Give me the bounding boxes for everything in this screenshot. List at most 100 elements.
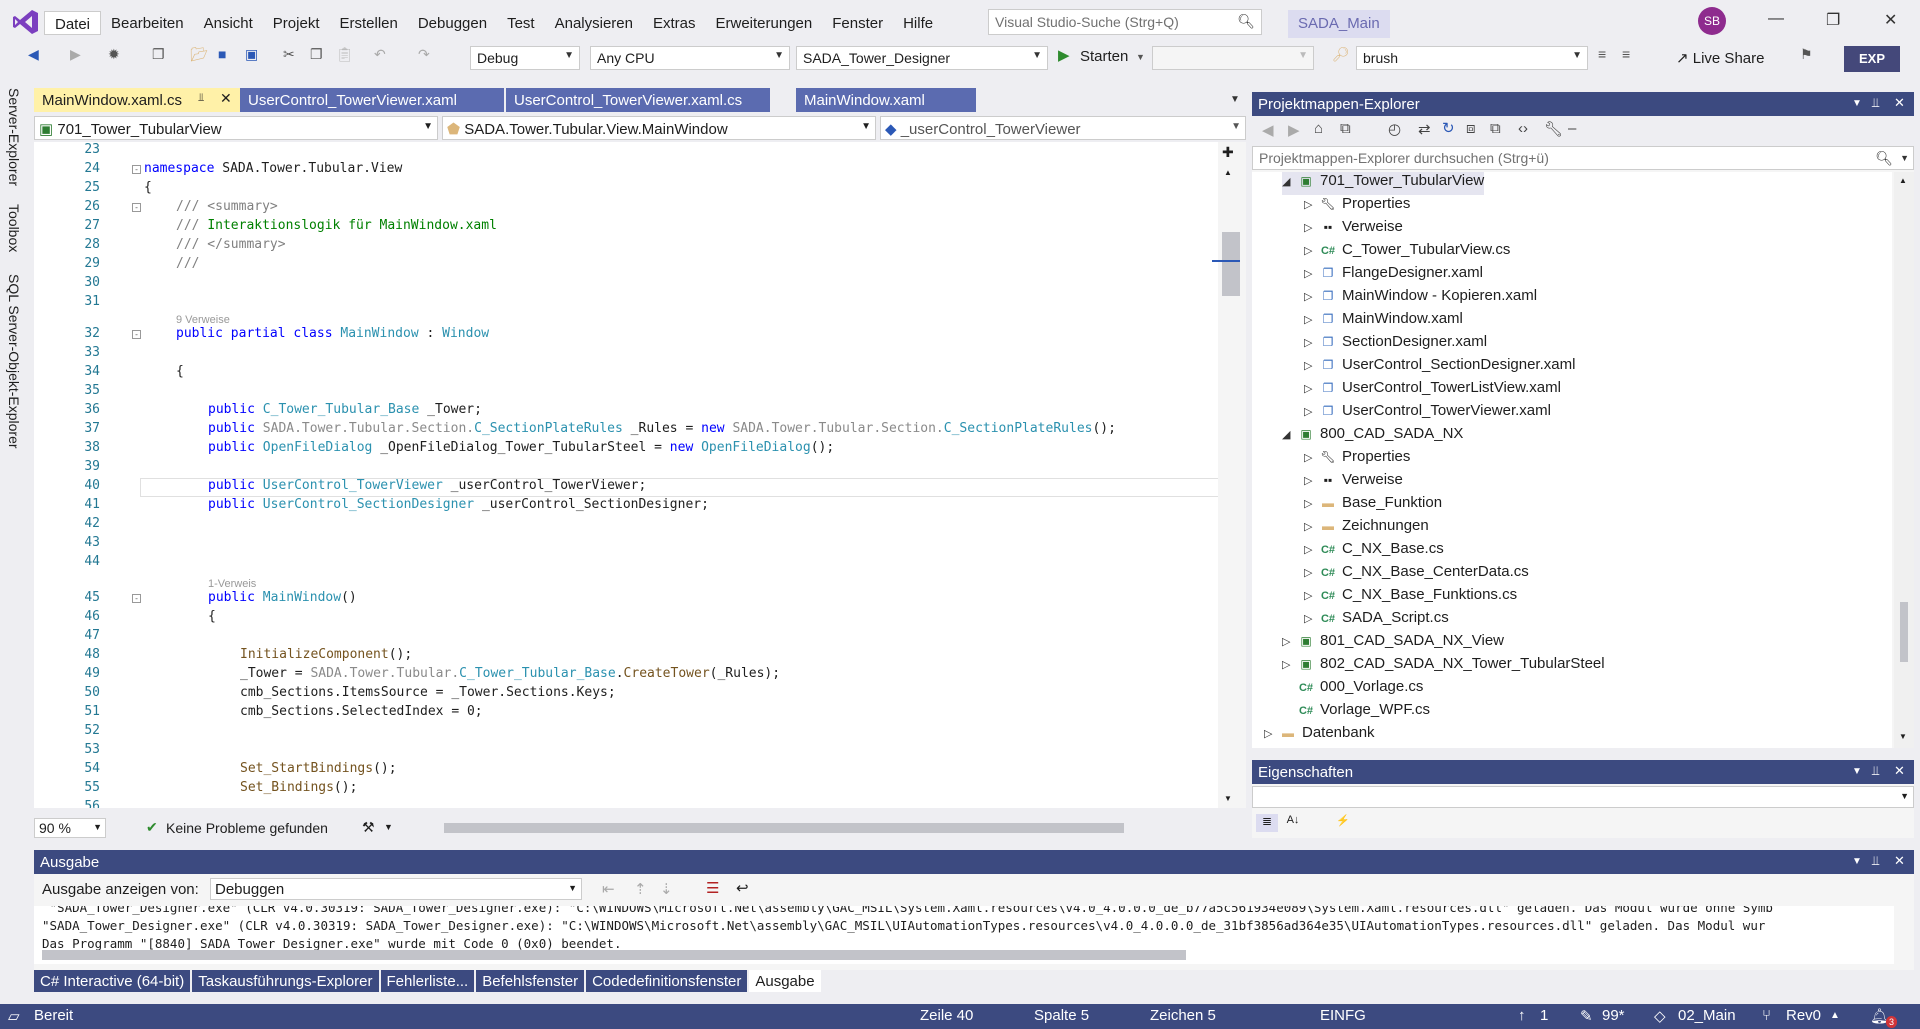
- close-tab-icon[interactable]: ✕: [220, 90, 232, 107]
- solution-tree-item[interactable]: ▷ ▪▪ Verweise: [1304, 471, 1403, 494]
- server-explorer-tab[interactable]: Server-Explorer: [6, 88, 22, 186]
- configuration-select[interactable]: Debug ▼: [470, 46, 580, 70]
- pin-icon[interactable]: ⫫: [1872, 853, 1879, 869]
- refresh-icon[interactable]: ↻: [1442, 119, 1455, 137]
- solution-tree-item[interactable]: ▷ C# C_NX_Base_Funktions.cs: [1304, 586, 1517, 609]
- solution-tree-item[interactable]: C# 000_Vorlage.cs: [1282, 678, 1423, 701]
- menu-erstellen[interactable]: Erstellen: [329, 11, 407, 35]
- toolbar-options-icon[interactable]: ≡: [1598, 46, 1606, 68]
- home-icon[interactable]: ⌂: [1314, 120, 1323, 137]
- expand-arrow-icon[interactable]: ▷: [1304, 198, 1318, 211]
- pin-icon[interactable]: ⫫: [1872, 763, 1879, 779]
- sync-icon[interactable]: ⇄: [1418, 120, 1431, 138]
- start-play-icon[interactable]: ▶: [1058, 46, 1070, 68]
- status-branch[interactable]: Rev0: [1786, 1007, 1821, 1024]
- chevron-down-icon[interactable]: ▼: [1900, 153, 1909, 163]
- tab-csharp-interactive[interactable]: C# Interactive (64-bit): [34, 970, 191, 992]
- back-icon[interactable]: ◀: [28, 46, 39, 68]
- pending-changes-filter-icon[interactable]: ◴: [1388, 120, 1401, 138]
- status-pending-changes[interactable]: 99*: [1602, 1007, 1625, 1024]
- solution-explorer-search-input[interactable]: Projektmappen-Explorer durchsuchen (Strg…: [1252, 146, 1914, 170]
- collapse-arrow-icon[interactable]: ◢: [1282, 175, 1296, 188]
- solution-tree-item[interactable]: ▷ C# C_NX_Base_CenterData.cs: [1304, 563, 1529, 586]
- tab-mainwindow-xaml-cs[interactable]: MainWindow.xaml.cs ⫫ ✕: [34, 88, 242, 112]
- status-char[interactable]: Zeichen 5: [1150, 1007, 1216, 1024]
- redo-icon[interactable]: ↷: [418, 46, 430, 68]
- word-wrap-icon[interactable]: ↩: [736, 879, 749, 897]
- back-icon[interactable]: ◀: [1262, 121, 1274, 139]
- collapse-all-icon[interactable]: ⧈: [1466, 120, 1476, 137]
- editor-vertical-scrollbar[interactable]: ✚ ▲ ▼: [1212, 142, 1246, 808]
- user-avatar[interactable]: SB: [1698, 7, 1726, 35]
- collapse-arrow-icon[interactable]: ◢: [1282, 428, 1296, 441]
- events-icon[interactable]: ⚡: [1332, 814, 1354, 832]
- menu-bearbeiten[interactable]: Bearbeiten: [101, 11, 194, 35]
- window-position-dropdown-icon[interactable]: ▼: [1852, 766, 1862, 777]
- solution-tree-item[interactable]: ▷ ❐ UserControl_TowerListView.xaml: [1304, 379, 1561, 402]
- pin-icon[interactable]: ⫫: [198, 92, 204, 105]
- solution-tree-item[interactable]: ▷ ❐ MainWindow - Kopieren.xaml: [1304, 287, 1537, 310]
- tab-error-list[interactable]: Fehlerliste...: [380, 970, 475, 992]
- expand-arrow-icon[interactable]: ▷: [1304, 520, 1318, 533]
- close-panel-icon[interactable]: ✕: [1894, 853, 1905, 869]
- solution-tree-item[interactable]: ▷ C# C_NX_Base.cs: [1304, 540, 1444, 563]
- feedback-icon[interactable]: ⚑: [1800, 46, 1813, 68]
- live-share-button[interactable]: ↗ Live Share: [1676, 49, 1764, 67]
- member-nav-select[interactable]: ◆ _userControl_TowerViewer ▼: [880, 116, 1246, 140]
- menu-hilfe[interactable]: Hilfe: [893, 11, 943, 35]
- tab-usercontrol-towerviewer-xaml[interactable]: UserControl_TowerViewer.xaml: [240, 88, 504, 112]
- expand-arrow-icon[interactable]: ▷: [1304, 313, 1318, 326]
- expand-arrow-icon[interactable]: ▷: [1304, 566, 1318, 579]
- solution-tree-item[interactable]: ▷ ▬ Zeichnungen: [1304, 517, 1429, 540]
- scroll-thumb[interactable]: [1222, 232, 1240, 296]
- expand-arrow-icon[interactable]: ▷: [1304, 612, 1318, 625]
- status-line[interactable]: Zeile 40: [920, 1007, 973, 1024]
- view-code-icon[interactable]: ‹›: [1518, 120, 1528, 137]
- scroll-up-icon[interactable]: ▲: [1899, 176, 1907, 185]
- find-message-icon[interactable]: ⇤: [602, 880, 615, 898]
- menu-ansicht[interactable]: Ansicht: [194, 11, 263, 35]
- status-insert-mode[interactable]: EINFG: [1320, 1007, 1366, 1024]
- expand-arrow-icon[interactable]: ▷: [1304, 221, 1318, 234]
- codelens-references[interactable]: 1-Verweis: [208, 578, 256, 590]
- menu-datei[interactable]: Datei: [44, 11, 102, 35]
- chevron-down-icon[interactable]: ▼: [384, 822, 393, 832]
- menu-projekt[interactable]: Projekt: [263, 11, 330, 35]
- previous-message-icon[interactable]: ⇡: [634, 880, 647, 898]
- tab-output[interactable]: Ausgabe: [749, 970, 821, 992]
- expand-arrow-icon[interactable]: ▷: [1304, 543, 1318, 556]
- menu-test[interactable]: Test: [497, 11, 545, 35]
- minimize-icon[interactable]: —: [1768, 10, 1784, 28]
- expand-arrow-icon[interactable]: ▷: [1264, 727, 1278, 740]
- solution-tree-item[interactable]: ◢ ▣ 701_Tower_TubularView: [1282, 172, 1485, 195]
- solution-tree-item[interactable]: ◢ ▣ 800_CAD_SADA_NX: [1282, 425, 1463, 448]
- close-panel-icon[interactable]: ✕: [1894, 763, 1905, 779]
- start-dropdown-icon[interactable]: ▼: [1136, 52, 1145, 74]
- expand-arrow-icon[interactable]: ▷: [1304, 244, 1318, 257]
- expand-arrow-icon[interactable]: ▷: [1304, 290, 1318, 303]
- menu-erweiterungen[interactable]: Erweiterungen: [706, 11, 823, 35]
- forward-icon[interactable]: ▶: [70, 46, 81, 68]
- scroll-down-icon[interactable]: ▼: [1899, 732, 1907, 741]
- solution-tree-item[interactable]: ▷ 🔧︎ Properties: [1304, 195, 1410, 218]
- toolbox-tab[interactable]: Toolbox: [6, 204, 22, 252]
- properties-object-select[interactable]: ▼: [1252, 786, 1914, 808]
- code-cleanup-icon[interactable]: ⚒: [362, 819, 375, 836]
- zoom-select[interactable]: 90 % ▼: [34, 818, 106, 838]
- status-unpushed-commits[interactable]: 1: [1540, 1007, 1548, 1024]
- show-all-files-icon[interactable]: ⧉: [1490, 120, 1501, 137]
- open-file-icon[interactable]: 📂︎: [190, 46, 208, 68]
- window-position-dropdown-icon[interactable]: ▼: [1852, 856, 1862, 867]
- tab-task-runner-explorer[interactable]: Taskausführungs-Explorer: [192, 970, 379, 992]
- solution-tree-item[interactable]: ▷ ❐ FlangeDesigner.xaml: [1304, 264, 1483, 287]
- expand-arrow-icon[interactable]: ▷: [1304, 497, 1318, 510]
- expand-arrow-icon[interactable]: ▷: [1282, 635, 1296, 648]
- solution-tree-item[interactable]: ▷ ▪▪ Verweise: [1304, 218, 1403, 241]
- expand-arrow-icon[interactable]: ▷: [1304, 589, 1318, 602]
- solution-tree-item[interactable]: ▷ 🔧︎ Properties: [1304, 448, 1410, 471]
- pin-icon[interactable]: ⫫: [1872, 95, 1879, 111]
- tab-usercontrol-towerviewer-xaml-cs[interactable]: UserControl_TowerViewer.xaml.cs: [506, 88, 770, 112]
- startup-project-select[interactable]: SADA_Tower_Designer ▼: [796, 46, 1048, 70]
- paste-icon[interactable]: 📋︎: [336, 46, 354, 68]
- alphabetical-icon[interactable]: A↓: [1282, 814, 1304, 832]
